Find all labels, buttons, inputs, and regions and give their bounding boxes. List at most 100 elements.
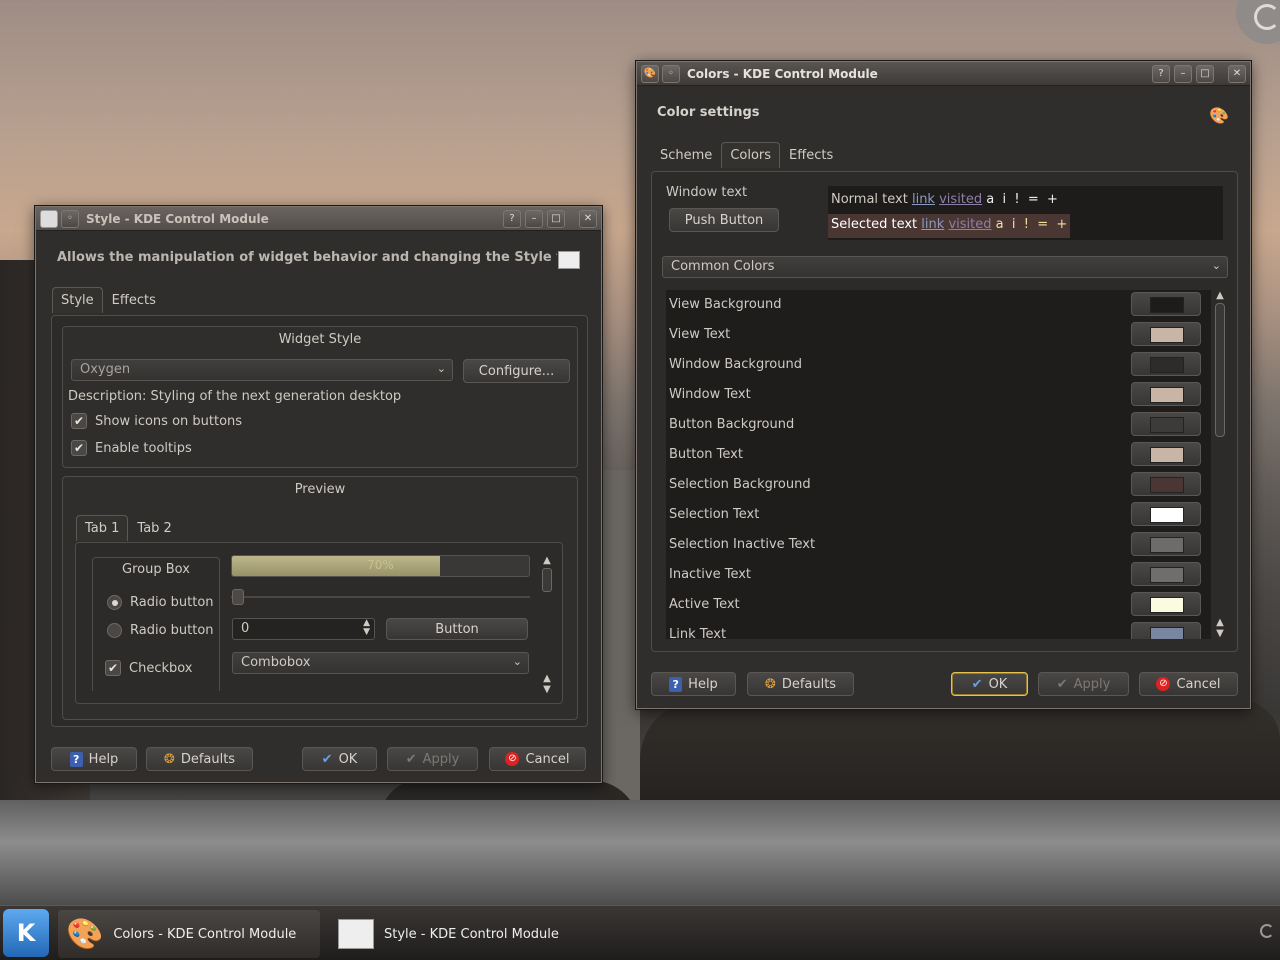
color-palette-icon: 🎨 (1209, 106, 1229, 125)
kde-menu-icon[interactable]: K (3, 909, 49, 957)
window-title: Style - KDE Control Module (86, 211, 269, 226)
group-box: Group Box Radio button Radio button ✔ Che… (92, 557, 220, 691)
preview-tab-2[interactable]: Tab 2 (128, 515, 180, 541)
color-row-label: Selection Background (669, 477, 811, 492)
maximize-icon[interactable]: □ (547, 209, 565, 228)
color-row-label: Selection Inactive Text (669, 537, 816, 552)
color-swatch-button[interactable] (1131, 472, 1201, 496)
color-swatch-button[interactable] (1131, 592, 1201, 616)
help-icon[interactable]: ? (1152, 64, 1170, 83)
color-swatch-button[interactable] (1131, 412, 1201, 436)
color-swatch-button[interactable] (1131, 532, 1201, 556)
color-swatch-button[interactable] (1131, 502, 1201, 526)
wallpaper-sea (600, 470, 640, 810)
scroll-handle[interactable] (1215, 303, 1225, 437)
ok-button[interactable]: ✔ OK (302, 747, 377, 771)
scroll-up-icon[interactable]: ▲ (540, 555, 554, 566)
desktop-toolbox-icon[interactable] (1236, 0, 1280, 44)
task-colors[interactable]: 🎨 Colors - KDE Control Module (58, 910, 320, 958)
defaults-icon: ❂ (163, 751, 175, 767)
module-description: Allows the manipulation of widget behavi… (57, 250, 557, 265)
preview-scrollbar[interactable]: ▲ ▲ ▼ (540, 555, 554, 695)
defaults-button[interactable]: ❂ Defaults (747, 672, 854, 696)
scroll-up-icon[interactable]: ▲ (1211, 290, 1229, 301)
checkbox-checked-icon[interactable]: ✔ (105, 660, 121, 676)
help-button[interactable]: ? Help (651, 672, 736, 696)
tab-style[interactable]: Style (52, 287, 103, 313)
defaults-button[interactable]: ❂ Defaults (146, 747, 253, 771)
cancel-button[interactable]: ⊘ Cancel (1139, 672, 1238, 696)
window-menu-icon[interactable]: 🎨 (641, 64, 659, 83)
color-swatch (1150, 627, 1184, 639)
color-swatch-button[interactable] (1131, 562, 1201, 586)
slider-handle[interactable] (232, 589, 244, 605)
widget-style-combo[interactable]: Oxygen ⌄ (71, 359, 453, 381)
tab-effects[interactable]: Effects (103, 287, 165, 313)
progress-text: 70% (367, 558, 394, 572)
check-icon: ✔ (1056, 676, 1068, 692)
apply-button[interactable]: ✔ Apply (387, 747, 478, 771)
preview-combobox[interactable]: Combobox ⌄ (232, 652, 529, 674)
style-module-icon (558, 251, 580, 269)
enable-tooltips-checkbox[interactable]: ✔ Enable tooltips (71, 440, 192, 456)
help-button[interactable]: ? Help (51, 747, 137, 771)
tab-scheme[interactable]: Scheme (651, 142, 721, 168)
color-list-scrollbar[interactable]: ▲ ▲ ▼ (1211, 290, 1229, 639)
radio-selected-icon[interactable] (107, 595, 122, 610)
check-icon: ✔ (321, 751, 333, 767)
tab-colors[interactable]: Colors (721, 142, 781, 168)
style-module-icon (338, 919, 374, 949)
pin-icon[interactable]: ◦ (662, 64, 680, 83)
scroll-arrows-icon[interactable]: ▲ ▼ (540, 673, 554, 695)
chevron-down-icon: ⌄ (512, 655, 522, 668)
checkbox-checked-icon[interactable]: ✔ (71, 413, 87, 429)
slider-groove (231, 596, 530, 598)
checkbox-checked-icon[interactable]: ✔ (71, 440, 87, 456)
push-button-preview[interactable]: Push Button (669, 208, 779, 232)
color-swatch-button[interactable] (1131, 352, 1201, 376)
color-swatch-button[interactable] (1131, 292, 1201, 316)
color-set-combo[interactable]: Common Colors ⌄ (662, 256, 1228, 278)
preview-checkbox[interactable]: ✔ Checkbox (105, 660, 193, 676)
configure-button[interactable]: Configure... (463, 359, 570, 383)
window-text-label: Window text (666, 185, 748, 200)
color-swatch (1150, 567, 1184, 583)
cancel-button[interactable]: ⊘ Cancel (489, 747, 586, 771)
scroll-arrows-icon[interactable]: ▲ ▼ (1211, 617, 1229, 639)
colors-window-titlebar[interactable]: 🎨 ◦ Colors - KDE Control Module ? – □ ✕ (637, 62, 1250, 86)
system-tray-icon[interactable] (1260, 924, 1274, 938)
color-row-label: Inactive Text (669, 567, 752, 582)
minimize-icon[interactable]: – (525, 209, 543, 228)
wallpaper-waves (0, 800, 1280, 905)
check-icon: ✔ (405, 751, 417, 767)
spinbox[interactable]: 0 ▲ ▼ (232, 618, 375, 640)
style-window-titlebar[interactable]: ◦ Style - KDE Control Module ? – □ ✕ (36, 207, 601, 231)
preview-tab-1[interactable]: Tab 1 (76, 515, 129, 541)
chevron-down-icon: ⌄ (1211, 259, 1221, 272)
preview-slider[interactable] (231, 587, 530, 607)
cancel-icon: ⊘ (1156, 677, 1171, 691)
preview-button[interactable]: Button (386, 618, 528, 640)
show-icons-checkbox[interactable]: ✔ Show icons on buttons (71, 413, 242, 429)
pin-icon[interactable]: ◦ (61, 209, 79, 228)
color-swatch-button[interactable] (1131, 622, 1201, 639)
close-icon[interactable]: ✕ (579, 209, 597, 228)
task-style[interactable]: Style - KDE Control Module (330, 910, 592, 958)
ok-button[interactable]: ✔ OK (951, 672, 1028, 696)
apply-button[interactable]: ✔ Apply (1038, 672, 1129, 696)
radio-button-1[interactable]: Radio button (107, 595, 214, 610)
color-swatch (1150, 507, 1184, 523)
color-swatch-button[interactable] (1131, 442, 1201, 466)
radio-empty-icon[interactable] (107, 623, 122, 638)
maximize-icon[interactable]: □ (1196, 64, 1214, 83)
color-swatch-button[interactable] (1131, 382, 1201, 406)
radio-button-2[interactable]: Radio button (107, 623, 214, 638)
spin-arrows-icon[interactable]: ▲ ▼ (363, 619, 370, 637)
help-icon[interactable]: ? (503, 209, 521, 228)
minimize-icon[interactable]: – (1174, 64, 1192, 83)
scroll-handle[interactable] (542, 568, 552, 592)
window-menu-icon[interactable] (40, 209, 58, 228)
close-icon[interactable]: ✕ (1228, 64, 1246, 83)
color-swatch-button[interactable] (1131, 322, 1201, 346)
tab-effects[interactable]: Effects (780, 142, 842, 168)
